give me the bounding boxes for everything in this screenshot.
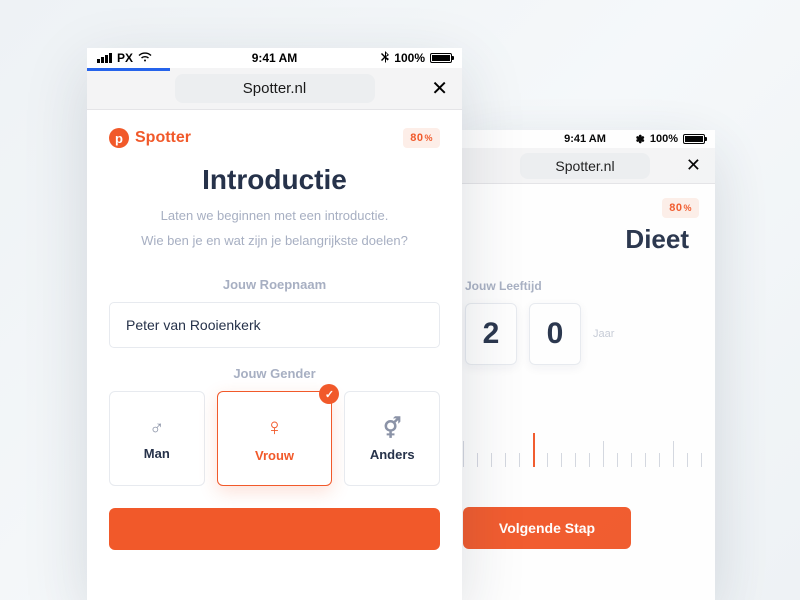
age-stepper[interactable]: 2 0 Jaar	[463, 303, 715, 365]
gender-option-label: Anders	[370, 447, 415, 462]
gender-option-vrouw[interactable]: ✓ ♀ Vrouw	[217, 391, 333, 486]
ios-status-bar: 9:41 AM ✽ 100%	[455, 130, 715, 148]
gender-option-label: Vrouw	[255, 448, 294, 463]
page-title: Introductie	[87, 164, 462, 196]
bluetooth-icon	[381, 51, 389, 66]
close-icon[interactable]: ✕	[431, 76, 448, 101]
phone-screen-primary: PX 9:41 AM 100% Spotter.nl ✕ p Spotter 8…	[87, 48, 462, 600]
page-subtitle: Laten we beginnen met een introductie. W…	[87, 196, 462, 259]
url-display[interactable]: Spotter.nl	[520, 153, 650, 179]
gender-option-label: Man	[144, 446, 170, 461]
primary-cta-button[interactable]	[109, 508, 440, 550]
progress-badge: 80%	[403, 128, 440, 148]
gender-field-label: Jouw Gender	[87, 366, 462, 381]
carrier-label: PX	[117, 51, 133, 65]
page-title: Dieet	[463, 224, 715, 255]
name-input[interactable]: Peter van Rooienkerk	[109, 302, 440, 348]
next-step-button[interactable]: Volgende Stap	[463, 507, 631, 549]
age-digit-ones[interactable]: 0	[529, 303, 581, 365]
signal-icon	[97, 53, 112, 63]
progress-badge: 80%	[662, 198, 699, 218]
gender-option-anders[interactable]: ⚥ Anders	[344, 391, 440, 486]
brand-name: Spotter	[135, 129, 191, 147]
wifi-icon	[138, 51, 152, 65]
female-icon: ♀	[265, 414, 283, 442]
battery-icon	[430, 53, 452, 63]
age-digit-tens[interactable]: 2	[465, 303, 517, 365]
url-display[interactable]: Spotter.nl	[175, 74, 375, 103]
brand-logo[interactable]: p Spotter	[109, 128, 191, 148]
logo-icon: p	[109, 128, 129, 148]
page-load-progress	[87, 68, 170, 71]
gender-option-man[interactable]: ♂ Man	[109, 391, 205, 486]
battery-pct: 100%	[650, 133, 678, 145]
browser-url-bar[interactable]: Spotter.nl ✕	[87, 68, 462, 110]
phone-screen-secondary: 9:41 AM ✽ 100% Spotter.nl ✕ 80% Dieet Jo…	[455, 130, 715, 600]
male-icon: ♂	[149, 417, 164, 440]
close-icon[interactable]: ✕	[686, 155, 701, 176]
gender-options: ♂ Man ✓ ♀ Vrouw ⚥ Anders	[87, 391, 462, 486]
ios-status-bar: PX 9:41 AM 100%	[87, 48, 462, 68]
age-field-label: Jouw Leeftijd	[463, 255, 715, 303]
battery-pct: 100%	[394, 51, 425, 65]
status-time: 9:41 AM	[252, 51, 298, 65]
browser-url-bar[interactable]: Spotter.nl ✕	[455, 148, 715, 184]
other-gender-icon: ⚥	[383, 416, 401, 441]
status-time: 9:41 AM	[564, 133, 606, 145]
check-icon: ✓	[319, 384, 339, 404]
ruler-slider[interactable]	[463, 417, 715, 467]
battery-icon	[683, 134, 705, 144]
name-field-label: Jouw Roepnaam	[87, 277, 462, 292]
bluetooth-icon: ✽	[636, 133, 645, 146]
age-unit: Jaar	[593, 328, 614, 340]
